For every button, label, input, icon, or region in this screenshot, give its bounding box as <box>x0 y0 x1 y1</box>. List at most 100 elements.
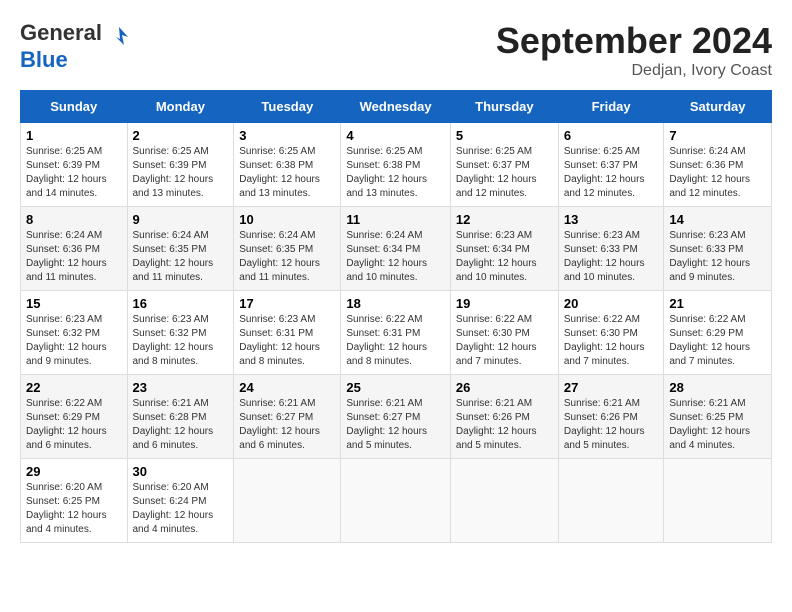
calendar-cell: 16 Sunrise: 6:23 AMSunset: 6:32 PMDaylig… <box>127 291 234 375</box>
day-info: Sunrise: 6:24 AMSunset: 6:35 PMDaylight:… <box>133 230 214 283</box>
header-thursday: Thursday <box>450 91 558 123</box>
day-info: Sunrise: 6:21 AMSunset: 6:26 PMDaylight:… <box>456 398 537 451</box>
day-number: 7 <box>669 128 766 143</box>
day-info: Sunrise: 6:23 AMSunset: 6:34 PMDaylight:… <box>456 230 537 283</box>
calendar-cell: 28 Sunrise: 6:21 AMSunset: 6:25 PMDaylig… <box>664 375 772 459</box>
title-block: September 2024 Dedjan, Ivory Coast <box>496 20 772 80</box>
day-info: Sunrise: 6:22 AMSunset: 6:30 PMDaylight:… <box>456 314 537 367</box>
logo-blue-text: Blue <box>20 47 68 72</box>
calendar-cell: 24 Sunrise: 6:21 AMSunset: 6:27 PMDaylig… <box>234 375 341 459</box>
day-number: 9 <box>133 212 229 227</box>
day-number: 23 <box>133 380 229 395</box>
day-info: Sunrise: 6:25 AMSunset: 6:37 PMDaylight:… <box>564 146 645 199</box>
day-number: 5 <box>456 128 553 143</box>
calendar-cell: 19 Sunrise: 6:22 AMSunset: 6:30 PMDaylig… <box>450 291 558 375</box>
calendar-cell: 30 Sunrise: 6:20 AMSunset: 6:24 PMDaylig… <box>127 459 234 543</box>
day-info: Sunrise: 6:24 AMSunset: 6:35 PMDaylight:… <box>239 230 320 283</box>
day-info: Sunrise: 6:22 AMSunset: 6:29 PMDaylight:… <box>669 314 750 367</box>
day-number: 4 <box>346 128 445 143</box>
day-number: 3 <box>239 128 335 143</box>
day-number: 20 <box>564 296 659 311</box>
calendar-cell: 18 Sunrise: 6:22 AMSunset: 6:31 PMDaylig… <box>341 291 451 375</box>
header-saturday: Saturday <box>664 91 772 123</box>
day-info: Sunrise: 6:21 AMSunset: 6:27 PMDaylight:… <box>239 398 320 451</box>
header-friday: Friday <box>558 91 664 123</box>
day-info: Sunrise: 6:23 AMSunset: 6:32 PMDaylight:… <box>26 314 107 367</box>
location-subtitle: Dedjan, Ivory Coast <box>496 62 772 80</box>
header-sunday: Sunday <box>21 91 128 123</box>
day-number: 29 <box>26 464 122 479</box>
calendar-cell: 12 Sunrise: 6:23 AMSunset: 6:34 PMDaylig… <box>450 207 558 291</box>
day-number: 6 <box>564 128 659 143</box>
day-info: Sunrise: 6:21 AMSunset: 6:26 PMDaylight:… <box>564 398 645 451</box>
calendar-cell: 6 Sunrise: 6:25 AMSunset: 6:37 PMDayligh… <box>558 123 664 207</box>
calendar-header-row: SundayMondayTuesdayWednesdayThursdayFrid… <box>21 91 772 123</box>
day-info: Sunrise: 6:23 AMSunset: 6:33 PMDaylight:… <box>564 230 645 283</box>
logo: General Blue <box>20 20 130 73</box>
day-number: 26 <box>456 380 553 395</box>
calendar-cell: 3 Sunrise: 6:25 AMSunset: 6:38 PMDayligh… <box>234 123 341 207</box>
calendar-week-row: 22 Sunrise: 6:22 AMSunset: 6:29 PMDaylig… <box>21 375 772 459</box>
day-number: 1 <box>26 128 122 143</box>
day-info: Sunrise: 6:24 AMSunset: 6:36 PMDaylight:… <box>669 146 750 199</box>
calendar-cell <box>341 459 451 543</box>
day-number: 10 <box>239 212 335 227</box>
logo-bird-icon <box>108 25 130 47</box>
calendar-cell: 2 Sunrise: 6:25 AMSunset: 6:39 PMDayligh… <box>127 123 234 207</box>
calendar-cell <box>558 459 664 543</box>
header-tuesday: Tuesday <box>234 91 341 123</box>
calendar-cell: 27 Sunrise: 6:21 AMSunset: 6:26 PMDaylig… <box>558 375 664 459</box>
calendar-week-row: 8 Sunrise: 6:24 AMSunset: 6:36 PMDayligh… <box>21 207 772 291</box>
day-info: Sunrise: 6:25 AMSunset: 6:39 PMDaylight:… <box>133 146 214 199</box>
day-info: Sunrise: 6:25 AMSunset: 6:38 PMDaylight:… <box>346 146 427 199</box>
day-info: Sunrise: 6:22 AMSunset: 6:30 PMDaylight:… <box>564 314 645 367</box>
calendar-cell: 9 Sunrise: 6:24 AMSunset: 6:35 PMDayligh… <box>127 207 234 291</box>
logo-general-text: General <box>20 20 102 45</box>
day-number: 12 <box>456 212 553 227</box>
month-title: September 2024 <box>496 20 772 62</box>
calendar-cell: 25 Sunrise: 6:21 AMSunset: 6:27 PMDaylig… <box>341 375 451 459</box>
calendar-cell: 22 Sunrise: 6:22 AMSunset: 6:29 PMDaylig… <box>21 375 128 459</box>
day-info: Sunrise: 6:24 AMSunset: 6:34 PMDaylight:… <box>346 230 427 283</box>
calendar-cell: 23 Sunrise: 6:21 AMSunset: 6:28 PMDaylig… <box>127 375 234 459</box>
day-info: Sunrise: 6:22 AMSunset: 6:31 PMDaylight:… <box>346 314 427 367</box>
day-info: Sunrise: 6:25 AMSunset: 6:39 PMDaylight:… <box>26 146 107 199</box>
day-info: Sunrise: 6:21 AMSunset: 6:27 PMDaylight:… <box>346 398 427 451</box>
calendar-week-row: 15 Sunrise: 6:23 AMSunset: 6:32 PMDaylig… <box>21 291 772 375</box>
day-number: 25 <box>346 380 445 395</box>
calendar-cell: 15 Sunrise: 6:23 AMSunset: 6:32 PMDaylig… <box>21 291 128 375</box>
day-info: Sunrise: 6:24 AMSunset: 6:36 PMDaylight:… <box>26 230 107 283</box>
day-info: Sunrise: 6:25 AMSunset: 6:38 PMDaylight:… <box>239 146 320 199</box>
day-number: 19 <box>456 296 553 311</box>
calendar-cell: 26 Sunrise: 6:21 AMSunset: 6:26 PMDaylig… <box>450 375 558 459</box>
header-wednesday: Wednesday <box>341 91 451 123</box>
page-header: General Blue September 2024 Dedjan, Ivor… <box>20 20 772 80</box>
calendar-table: SundayMondayTuesdayWednesdayThursdayFrid… <box>20 90 772 543</box>
calendar-cell: 21 Sunrise: 6:22 AMSunset: 6:29 PMDaylig… <box>664 291 772 375</box>
day-number: 28 <box>669 380 766 395</box>
day-number: 2 <box>133 128 229 143</box>
day-info: Sunrise: 6:23 AMSunset: 6:33 PMDaylight:… <box>669 230 750 283</box>
day-number: 30 <box>133 464 229 479</box>
calendar-cell: 29 Sunrise: 6:20 AMSunset: 6:25 PMDaylig… <box>21 459 128 543</box>
calendar-cell: 4 Sunrise: 6:25 AMSunset: 6:38 PMDayligh… <box>341 123 451 207</box>
calendar-cell: 11 Sunrise: 6:24 AMSunset: 6:34 PMDaylig… <box>341 207 451 291</box>
day-number: 27 <box>564 380 659 395</box>
day-info: Sunrise: 6:22 AMSunset: 6:29 PMDaylight:… <box>26 398 107 451</box>
day-number: 11 <box>346 212 445 227</box>
calendar-cell: 17 Sunrise: 6:23 AMSunset: 6:31 PMDaylig… <box>234 291 341 375</box>
calendar-cell <box>450 459 558 543</box>
calendar-week-row: 29 Sunrise: 6:20 AMSunset: 6:25 PMDaylig… <box>21 459 772 543</box>
day-info: Sunrise: 6:20 AMSunset: 6:24 PMDaylight:… <box>133 482 214 535</box>
day-number: 16 <box>133 296 229 311</box>
day-info: Sunrise: 6:25 AMSunset: 6:37 PMDaylight:… <box>456 146 537 199</box>
calendar-cell: 8 Sunrise: 6:24 AMSunset: 6:36 PMDayligh… <box>21 207 128 291</box>
day-number: 15 <box>26 296 122 311</box>
day-number: 18 <box>346 296 445 311</box>
calendar-cell: 7 Sunrise: 6:24 AMSunset: 6:36 PMDayligh… <box>664 123 772 207</box>
day-number: 13 <box>564 212 659 227</box>
calendar-cell: 13 Sunrise: 6:23 AMSunset: 6:33 PMDaylig… <box>558 207 664 291</box>
header-monday: Monday <box>127 91 234 123</box>
calendar-cell: 10 Sunrise: 6:24 AMSunset: 6:35 PMDaylig… <box>234 207 341 291</box>
calendar-cell <box>664 459 772 543</box>
